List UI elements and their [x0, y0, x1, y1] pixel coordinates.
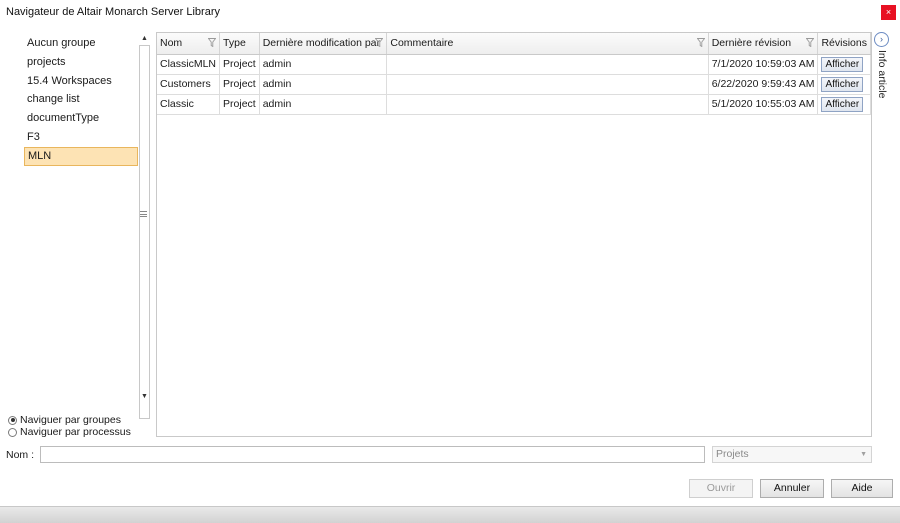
column-header-last-revision[interactable]: Dernière révision	[708, 33, 819, 55]
window-title: Navigateur de Altair Monarch Server Libr…	[6, 6, 220, 18]
type-select-value: Projets	[716, 448, 749, 460]
column-header-last-revision-label: Dernière révision	[711, 37, 792, 50]
column-header-comment[interactable]: Commentaire	[386, 33, 709, 55]
group-item-projects[interactable]: projects	[24, 53, 138, 72]
cell-modified-by: admin	[259, 54, 388, 75]
cell-revisions: Afficher	[817, 54, 871, 75]
cell-revisions: Afficher	[817, 94, 871, 115]
scroll-up-arrow-icon[interactable]: ▲	[138, 33, 151, 45]
show-revisions-button[interactable]: Afficher	[821, 76, 864, 92]
group-item-aucun-groupe[interactable]: Aucun groupe	[24, 34, 138, 53]
column-header-modified-by-label: Dernière modification par	[262, 37, 381, 50]
table-row[interactable]: Customers Project admin 6/22/2020 9:59:4…	[157, 74, 871, 95]
items-table: Nom Type Dernière modification par Comme…	[157, 33, 871, 115]
cell-type: Project	[219, 54, 260, 75]
group-item-f3[interactable]: F3	[24, 128, 138, 147]
cell-revisions: Afficher	[817, 74, 871, 95]
cancel-button[interactable]: Annuler	[760, 479, 824, 498]
column-header-revisions-label: Révisions	[821, 37, 867, 50]
help-button[interactable]: Aide	[831, 479, 893, 498]
group-item-15-4-workspaces[interactable]: 15.4 Workspaces	[24, 72, 138, 91]
group-item-mln[interactable]: MLN	[24, 146, 138, 166]
cell-comment	[386, 74, 709, 95]
cell-type: Project	[219, 94, 260, 115]
column-header-comment-label: Commentaire	[390, 37, 454, 50]
cell-type: Project	[219, 74, 260, 95]
browse-by-process-radio[interactable]	[8, 427, 17, 437]
browse-by-groups-option[interactable]: Naviguer par groupes	[8, 414, 131, 426]
group-item-change-list[interactable]: change list	[24, 90, 138, 109]
column-header-nom-label: Nom	[160, 37, 183, 50]
nom-filter-icon[interactable]	[207, 38, 217, 48]
cell-last-revision: 6/22/2020 9:59:43 AM	[708, 74, 819, 95]
cell-modified-by: admin	[259, 94, 388, 115]
type-select[interactable]: Projets ▼	[712, 446, 872, 463]
name-input[interactable]	[40, 446, 705, 463]
name-label: Nom :	[6, 449, 35, 461]
open-button[interactable]: Ouvrir	[689, 479, 753, 498]
cell-nom: Classic	[157, 94, 221, 115]
cell-comment	[386, 54, 709, 75]
show-revisions-button[interactable]: Afficher	[821, 96, 864, 112]
status-bar	[0, 506, 900, 523]
table-row[interactable]: Classic Project admin 5/1/2020 10:55:03 …	[157, 94, 871, 115]
scroll-down-arrow-icon[interactable]: ▼	[138, 391, 151, 403]
column-header-type-label: Type	[223, 37, 246, 50]
info-panel-toggle-icon[interactable]: ›	[874, 32, 889, 47]
group-list: Aucun groupe projects 15.4 Workspaces ch…	[24, 34, 138, 166]
table-row[interactable]: ClassicMLN Project admin 7/1/2020 10:59:…	[157, 54, 871, 75]
cell-modified-by: admin	[259, 74, 388, 95]
scrollbar-grip-icon	[140, 211, 147, 217]
cell-last-revision: 5/1/2020 10:55:03 AM	[708, 94, 819, 115]
browse-by-groups-label: Naviguer par groupes	[20, 414, 121, 426]
grid-header-row: Nom Type Dernière modification par Comme…	[157, 33, 871, 55]
column-header-modified-by[interactable]: Dernière modification par	[259, 33, 388, 55]
scrollbar-thumb[interactable]	[139, 45, 150, 419]
modified-by-filter-icon[interactable]	[374, 38, 384, 48]
info-article-panel: › Info article	[873, 32, 893, 102]
browse-by-process-option[interactable]: Naviguer par processus	[8, 426, 131, 438]
title-bar: Navigateur de Altair Monarch Server Libr…	[0, 0, 900, 24]
comment-filter-icon[interactable]	[696, 38, 706, 48]
column-header-type[interactable]: Type	[219, 33, 260, 55]
browse-by-process-label: Naviguer par processus	[20, 426, 131, 438]
info-article-label[interactable]: Info article	[874, 50, 888, 100]
chevron-down-icon: ▼	[860, 451, 867, 458]
show-revisions-button[interactable]: Afficher	[821, 56, 864, 72]
group-list-scrollbar[interactable]: ▲ ▼	[138, 33, 151, 419]
browse-mode-options: Naviguer par groupes Naviguer par proces…	[8, 414, 131, 438]
cell-last-revision: 7/1/2020 10:59:03 AM	[708, 54, 819, 75]
name-row: Nom : Projets ▼	[0, 446, 900, 464]
group-item-documenttype[interactable]: documentType	[24, 109, 138, 128]
close-button[interactable]: ×	[881, 5, 896, 20]
column-header-nom[interactable]: Nom	[157, 33, 221, 55]
items-grid: Nom Type Dernière modification par Comme…	[156, 32, 872, 437]
column-header-revisions[interactable]: Révisions	[817, 33, 871, 55]
browse-by-groups-radio[interactable]	[8, 415, 17, 425]
cell-comment	[386, 94, 709, 115]
last-revision-filter-icon[interactable]	[806, 38, 815, 48]
cell-nom: Customers	[157, 74, 221, 95]
cell-nom: ClassicMLN	[157, 54, 221, 75]
